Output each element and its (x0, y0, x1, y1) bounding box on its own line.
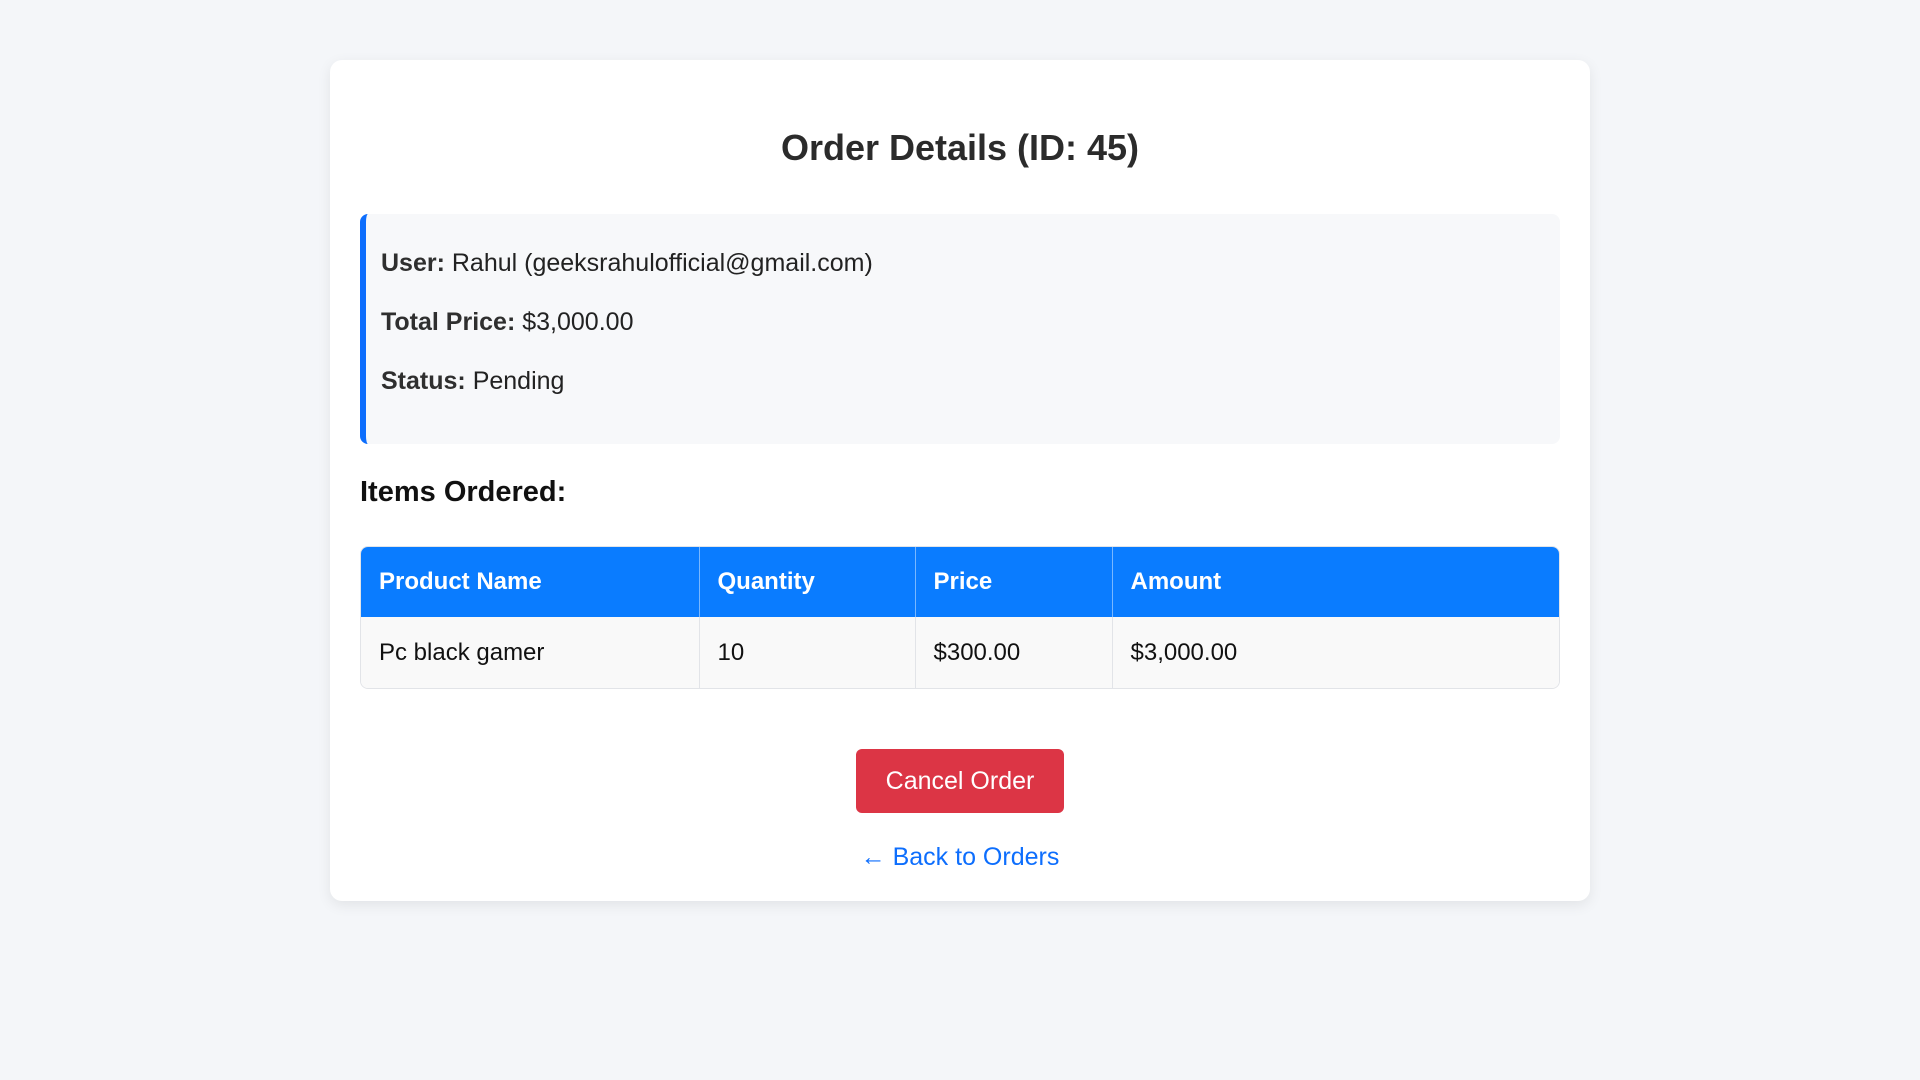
column-header-quantity: Quantity (699, 547, 916, 617)
cancel-order-button[interactable]: Cancel Order (856, 749, 1064, 813)
cell-quantity: 10 (699, 617, 916, 688)
table-header-row: Product Name Quantity Price Amount (361, 547, 1559, 617)
order-details-card: Order Details (ID: 45) User: Rahul (geek… (330, 60, 1590, 901)
table-row: Pc black gamer 10 $300.00 $3,000.00 (361, 617, 1559, 688)
items-table: Product Name Quantity Price Amount Pc bl… (361, 547, 1559, 688)
order-info-box: User: Rahul (geeksrahulofficial@gmail.co… (360, 214, 1560, 444)
user-value: Rahul (geeksrahulofficial@gmail.com) (451, 249, 873, 277)
total-price-label: Total Price: (381, 308, 516, 336)
order-actions: Cancel Order ← Back to Orders (360, 749, 1560, 872)
user-info: User: Rahul (geeksrahulofficial@gmail.co… (381, 248, 1560, 278)
status-value: Pending (472, 367, 565, 395)
items-ordered-heading: Items Ordered: (360, 476, 567, 508)
column-header-amount: Amount (1112, 547, 1559, 617)
page-title: Order Details (ID: 45) (780, 127, 1140, 168)
column-header-price: Price (915, 547, 1113, 617)
back-to-orders-link[interactable]: ← Back to Orders (861, 843, 1060, 872)
total-price-info: Total Price: $3,000.00 (381, 307, 1560, 337)
total-price-value: $3,000.00 (522, 308, 634, 336)
cell-price: $300.00 (915, 617, 1113, 688)
user-label: User: (381, 249, 445, 277)
cell-product-name: Pc black gamer (361, 617, 700, 688)
cell-amount: $3,000.00 (1112, 617, 1559, 688)
status-label: Status: (381, 367, 466, 395)
status-info: Status: Pending (381, 366, 1560, 396)
items-table-container: Product Name Quantity Price Amount Pc bl… (360, 546, 1560, 689)
column-header-product-name: Product Name (361, 547, 700, 617)
